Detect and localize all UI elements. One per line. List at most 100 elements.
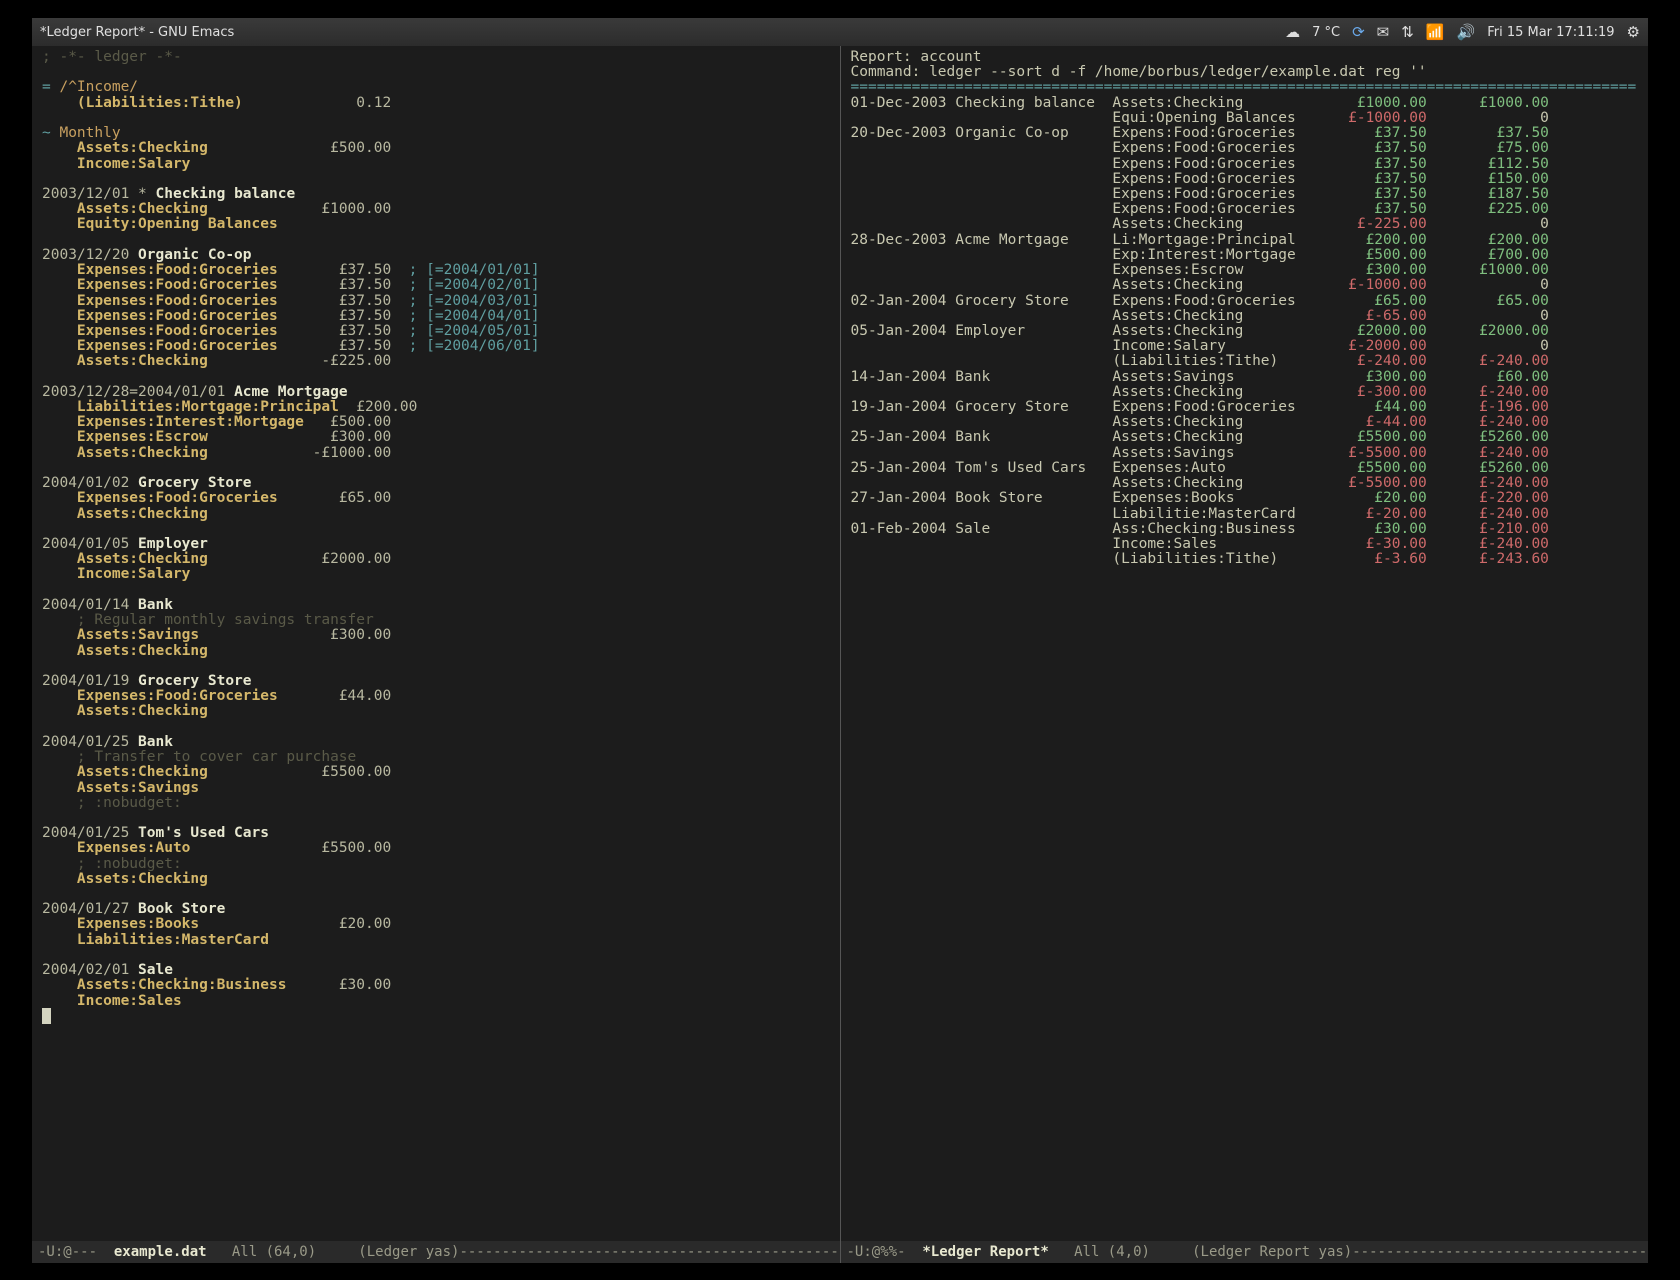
report-row[interactable]: 14-Jan-2004 Bank Assets:Savings £300.00 …	[851, 370, 1639, 385]
report-row[interactable]: 01-Dec-2003 Checking balance Assets:Chec…	[851, 96, 1639, 111]
transaction-header[interactable]: 2003/12/20 Organic Co-op	[42, 248, 830, 263]
posting-line[interactable]: Liabilities:Mortgage:Principal £200.00	[42, 400, 830, 415]
report-row[interactable]: Assets:Checking £-65.00 0	[851, 309, 1639, 324]
note-line[interactable]: ; :nobudget:	[42, 857, 830, 872]
report-row[interactable]: Expens:Food:Groceries £37.50 £112.50	[851, 157, 1639, 172]
ledger-report-buffer[interactable]: Report: accountCommand: ledger --sort d …	[841, 46, 1649, 1241]
report-row[interactable]: 25-Jan-2004 Bank Assets:Checking £5500.0…	[851, 430, 1639, 445]
note-line[interactable]: ; Transfer to cover car purchase	[42, 750, 830, 765]
posting-line[interactable]: Expenses:Food:Groceries £37.50 ; [=2004/…	[42, 263, 830, 278]
posting-line[interactable]: Expenses:Food:Groceries £44.00	[42, 689, 830, 704]
transaction-header[interactable]: 2004/01/25 Tom's Used Cars	[42, 826, 830, 841]
posting-line[interactable]: Income:Salary	[42, 157, 830, 172]
report-row[interactable]: 01-Feb-2004 Sale Ass:Checking:Business £…	[851, 522, 1639, 537]
posting-line[interactable]: Expenses:Escrow £300.00	[42, 430, 830, 445]
report-row[interactable]: Assets:Savings £-5500.00 £-240.00	[851, 446, 1639, 461]
blank-line[interactable]	[42, 65, 830, 80]
posting-line[interactable]: Assets:Checking £2000.00	[42, 552, 830, 567]
report-row[interactable]: Expens:Food:Groceries £37.50 £225.00	[851, 202, 1639, 217]
report-row[interactable]: Exp:Interest:Mortgage £500.00 £700.00	[851, 248, 1639, 263]
volume-icon[interactable]: 🔊	[1457, 23, 1476, 41]
cursor[interactable]	[42, 1009, 830, 1024]
transaction-header[interactable]: 2004/01/02 Grocery Store	[42, 476, 830, 491]
left-pane[interactable]: ; -*- ledger -*- = /^Income/ (Liabilitie…	[32, 46, 840, 1263]
posting-line[interactable]: Assets:Checking:Business £30.00	[42, 978, 830, 993]
periodic-rule[interactable]: = /^Income/	[42, 80, 830, 95]
transaction-header[interactable]: 2004/02/01 Sale	[42, 963, 830, 978]
report-row[interactable]: 28-Dec-2003 Acme Mortgage Li:Mortgage:Pr…	[851, 233, 1639, 248]
posting-line[interactable]: Assets:Checking £1000.00	[42, 202, 830, 217]
transaction-header[interactable]: 2004/01/25 Bank	[42, 735, 830, 750]
report-row[interactable]: Expens:Food:Groceries £37.50 £75.00	[851, 141, 1639, 156]
posting-line[interactable]: Expenses:Food:Groceries £37.50 ; [=2004/…	[42, 278, 830, 293]
transaction-header[interactable]: 2004/01/14 Bank	[42, 598, 830, 613]
report-row[interactable]: Income:Sales £-30.00 £-240.00	[851, 537, 1639, 552]
report-row[interactable]: 25-Jan-2004 Tom's Used Cars Expenses:Aut…	[851, 461, 1639, 476]
blank-line[interactable]	[42, 111, 830, 126]
comment-line[interactable]: ; -*- ledger -*-	[42, 50, 830, 65]
ledger-source-buffer[interactable]: ; -*- ledger -*- = /^Income/ (Liabilitie…	[32, 46, 840, 1241]
posting-line[interactable]: Expenses:Food:Groceries £37.50 ; [=2004/…	[42, 309, 830, 324]
blank-line[interactable]	[42, 583, 830, 598]
posting-line[interactable]: Expenses:Food:Groceries £65.00	[42, 491, 830, 506]
blank-line[interactable]	[42, 948, 830, 963]
report-row[interactable]: Expenses:Escrow £300.00 £1000.00	[851, 263, 1639, 278]
network-icon[interactable]: ⇅	[1401, 23, 1414, 41]
wifi-icon[interactable]: 📶	[1426, 23, 1445, 41]
transaction-header[interactable]: 2003/12/28=2004/01/01 Acme Mortgage	[42, 385, 830, 400]
blank-line[interactable]	[42, 370, 830, 385]
transaction-header[interactable]: 2003/12/01 * Checking balance	[42, 187, 830, 202]
refresh-icon[interactable]: ⟳	[1352, 23, 1365, 41]
report-row[interactable]: 02-Jan-2004 Grocery Store Expens:Food:Gr…	[851, 294, 1639, 309]
blank-line[interactable]	[42, 172, 830, 187]
posting-line[interactable]: Assets:Checking	[42, 644, 830, 659]
report-row[interactable]: Liabilitie:MasterCard £-20.00 £-240.00	[851, 507, 1639, 522]
posting-line[interactable]: Expenses:Books £20.00	[42, 917, 830, 932]
report-row[interactable]: 27-Jan-2004 Book Store Expenses:Books £2…	[851, 491, 1639, 506]
report-row[interactable]: Assets:Checking £-300.00 £-240.00	[851, 385, 1639, 400]
transaction-header[interactable]: 2004/01/27 Book Store	[42, 902, 830, 917]
posting-line[interactable]: Expenses:Interest:Mortgage £500.00	[42, 415, 830, 430]
report-row[interactable]: Expens:Food:Groceries £37.50 £150.00	[851, 172, 1639, 187]
posting-line[interactable]: Expenses:Food:Groceries £37.50 ; [=2004/…	[42, 294, 830, 309]
posting-line[interactable]: Liabilities:MasterCard	[42, 933, 830, 948]
mail-icon[interactable]: ✉	[1377, 23, 1390, 41]
posting-line[interactable]: Assets:Checking	[42, 507, 830, 522]
blank-line[interactable]	[42, 811, 830, 826]
report-row[interactable]: Equi:Opening Balances £-1000.00 0	[851, 111, 1639, 126]
right-pane[interactable]: Report: accountCommand: ledger --sort d …	[840, 46, 1649, 1263]
blank-line[interactable]	[42, 659, 830, 674]
blank-line[interactable]	[42, 887, 830, 902]
settings-icon[interactable]: ⚙	[1627, 23, 1640, 41]
posting-line[interactable]: Expenses:Auto £5500.00	[42, 841, 830, 856]
report-row[interactable]: Income:Salary £-2000.00 0	[851, 339, 1639, 354]
report-row[interactable]: (Liabilities:Tithe) £-240.00 £-240.00	[851, 354, 1639, 369]
blank-line[interactable]	[42, 720, 830, 735]
blank-line[interactable]	[42, 461, 830, 476]
posting-line[interactable]: Expenses:Food:Groceries £37.50 ; [=2004/…	[42, 324, 830, 339]
blank-line[interactable]	[42, 522, 830, 537]
note-line[interactable]: ; Regular monthly savings transfer	[42, 613, 830, 628]
report-row[interactable]: Assets:Checking £-44.00 £-240.00	[851, 415, 1639, 430]
posting-line[interactable]: Assets:Savings	[42, 781, 830, 796]
report-row[interactable]: 05-Jan-2004 Employer Assets:Checking £20…	[851, 324, 1639, 339]
report-row[interactable]: Assets:Checking £-5500.00 £-240.00	[851, 476, 1639, 491]
posting-line[interactable]: Assets:Savings £300.00	[42, 628, 830, 643]
posting-line[interactable]: (Liabilities:Tithe) 0.12	[42, 96, 830, 111]
transaction-header[interactable]: 2004/01/05 Employer	[42, 537, 830, 552]
posting-line[interactable]: Equity:Opening Balances	[42, 217, 830, 232]
periodic-rule[interactable]: ~ Monthly	[42, 126, 830, 141]
posting-line[interactable]: Assets:Checking £5500.00	[42, 765, 830, 780]
report-row[interactable]: Assets:Checking £-225.00 0	[851, 217, 1639, 232]
report-row[interactable]: 19-Jan-2004 Grocery Store Expens:Food:Gr…	[851, 400, 1639, 415]
posting-line[interactable]: Assets:Checking	[42, 872, 830, 887]
report-row[interactable]: 20-Dec-2003 Organic Co-op Expens:Food:Gr…	[851, 126, 1639, 141]
posting-line[interactable]: Income:Salary	[42, 567, 830, 582]
posting-line[interactable]: Assets:Checking -£225.00	[42, 354, 830, 369]
report-row[interactable]: Assets:Checking £-1000.00 0	[851, 278, 1639, 293]
posting-line[interactable]: Expenses:Food:Groceries £37.50 ; [=2004/…	[42, 339, 830, 354]
posting-line[interactable]: Assets:Checking £500.00	[42, 141, 830, 156]
blank-line[interactable]	[42, 233, 830, 248]
transaction-header[interactable]: 2004/01/19 Grocery Store	[42, 674, 830, 689]
posting-line[interactable]: Assets:Checking	[42, 704, 830, 719]
